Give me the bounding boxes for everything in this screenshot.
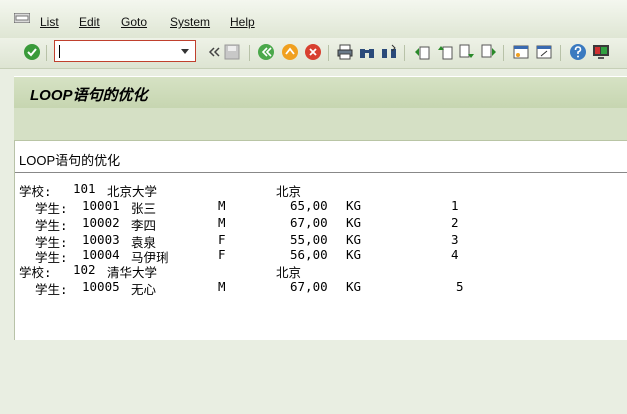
first-page-icon xyxy=(415,46,430,60)
find-button[interactable] xyxy=(358,43,376,61)
command-field[interactable] xyxy=(54,40,196,62)
history-back-button[interactable] xyxy=(205,43,223,61)
help-icon xyxy=(570,44,586,60)
print-button[interactable] xyxy=(336,43,354,61)
toolbar-separator xyxy=(503,45,504,61)
page-title: LOOP语句的优化 xyxy=(30,87,148,104)
toolbar-separator xyxy=(46,45,47,61)
toolbar-separator xyxy=(404,45,405,61)
print-icon xyxy=(337,44,353,60)
exit-icon xyxy=(282,44,298,60)
next-page-button[interactable] xyxy=(458,43,476,61)
back-button[interactable] xyxy=(257,43,275,61)
enter-button[interactable] xyxy=(23,43,41,61)
toolbar-separator xyxy=(249,45,250,61)
sap-menu-icon[interactable] xyxy=(14,13,30,23)
double-chevron-left-icon xyxy=(208,47,220,57)
menu-item-system[interactable]: System xyxy=(170,15,210,29)
dropdown-arrow-icon[interactable] xyxy=(181,49,189,54)
help-button[interactable] xyxy=(569,43,587,61)
last-page-icon xyxy=(481,44,496,58)
next-page-icon xyxy=(459,44,474,58)
list-item-student: 学生: 10002 李四 M 67,00 KG 2 xyxy=(35,215,459,233)
menu-item-list[interactable]: List xyxy=(40,15,59,29)
save-icon xyxy=(224,44,240,60)
list-item-student: 学生: 10001 张三 M 65,00 KG 1 xyxy=(35,198,459,216)
check-icon xyxy=(24,44,40,60)
menu-bar: List Edit Goto System Help xyxy=(0,0,627,38)
menu-item-goto[interactable]: Goto xyxy=(121,15,147,29)
toolbar-separator xyxy=(560,45,561,61)
monitor-icon xyxy=(593,45,609,59)
first-page-button[interactable] xyxy=(413,43,431,61)
toolbar-separator xyxy=(328,45,329,61)
previous-page-icon xyxy=(438,46,453,60)
binoculars-icon xyxy=(360,49,374,58)
find-next-button[interactable] xyxy=(380,43,398,61)
last-page-button[interactable] xyxy=(480,43,498,61)
list-divider xyxy=(15,172,627,173)
text-cursor xyxy=(59,45,60,58)
shortcut-icon xyxy=(536,45,552,59)
list-item-student: 学生: 10005 无心 M 67,00 KG 5 xyxy=(35,279,464,297)
previous-page-button[interactable] xyxy=(436,43,454,61)
list-item-school: 学校: 101 北京大学 北京 xyxy=(19,181,302,199)
exit-button[interactable] xyxy=(281,43,299,61)
list-output: LOOP语句的优化 学校: 101 北京大学 北京 学生: 10001 张三 M… xyxy=(14,141,627,340)
application-toolbar xyxy=(14,108,627,141)
cancel-icon xyxy=(305,44,321,60)
back-icon xyxy=(258,44,274,60)
menu-item-help[interactable]: Help xyxy=(230,15,255,29)
menu-item-edit[interactable]: Edit xyxy=(79,15,100,29)
save-button[interactable] xyxy=(223,43,241,61)
customize-layout-button[interactable] xyxy=(592,43,610,61)
new-window-icon xyxy=(513,45,529,59)
shortcut-button[interactable] xyxy=(535,43,553,61)
screen-title-bar: LOOP语句的优化 xyxy=(14,76,627,109)
list-item-student: 学生: 10003 袁泉 F 55,00 KG 3 xyxy=(35,232,459,250)
cancel-button[interactable] xyxy=(304,43,322,61)
find-next-icon xyxy=(382,44,396,58)
list-header: LOOP语句的优化 xyxy=(19,153,121,168)
list-item-student: 学生: 10004 马伊琍 F 56,00 KG 4 xyxy=(35,247,459,265)
list-item-school: 学校: 102 清华大学 北京 xyxy=(19,262,302,280)
create-session-button[interactable] xyxy=(512,43,530,61)
